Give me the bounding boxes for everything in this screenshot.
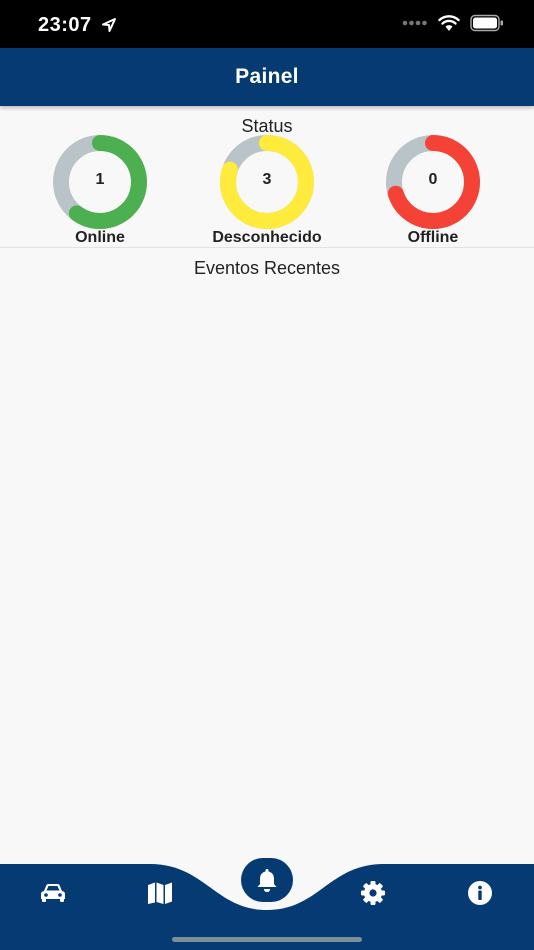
bell-icon — [257, 869, 277, 892]
status-heading: Status — [241, 116, 293, 136]
signal-dots-icon — [402, 20, 427, 26]
nav-events[interactable] — [241, 858, 293, 902]
status-label: Desconhecido — [212, 229, 322, 246]
app-bar: Painel — [0, 48, 534, 106]
status-label: Online — [75, 229, 125, 246]
status-label: Offline — [407, 229, 459, 246]
nav-about[interactable] — [460, 878, 500, 908]
status-donut-offline[interactable]: 0 — [376, 135, 490, 229]
status-donut-unknown[interactable]: 3 — [210, 135, 324, 229]
status-count: 1 — [95, 171, 105, 188]
nav-map[interactable] — [140, 878, 180, 908]
page-title: Painel — [235, 65, 299, 88]
bottom-nav — [0, 856, 534, 950]
gear-icon — [361, 881, 385, 905]
info-icon — [468, 881, 492, 905]
wifi-icon — [438, 15, 460, 31]
status-count: 0 — [428, 171, 438, 188]
divider — [0, 247, 534, 248]
nav-settings[interactable] — [353, 878, 393, 908]
status-count: 3 — [262, 171, 272, 188]
home-indicator — [172, 937, 362, 942]
events-list — [0, 290, 534, 850]
status-time: 23:07 — [38, 14, 92, 36]
battery-icon — [470, 14, 503, 32]
status-bar: 23:07 — [0, 0, 534, 48]
nav-devices[interactable] — [33, 878, 73, 908]
status-donut-online[interactable]: 1 — [43, 135, 157, 229]
events-heading: Eventos Recentes — [193, 258, 341, 278]
status-icons — [402, 14, 504, 32]
location-arrow-icon — [102, 18, 116, 32]
car-icon — [41, 884, 65, 902]
map-icon — [148, 882, 172, 904]
